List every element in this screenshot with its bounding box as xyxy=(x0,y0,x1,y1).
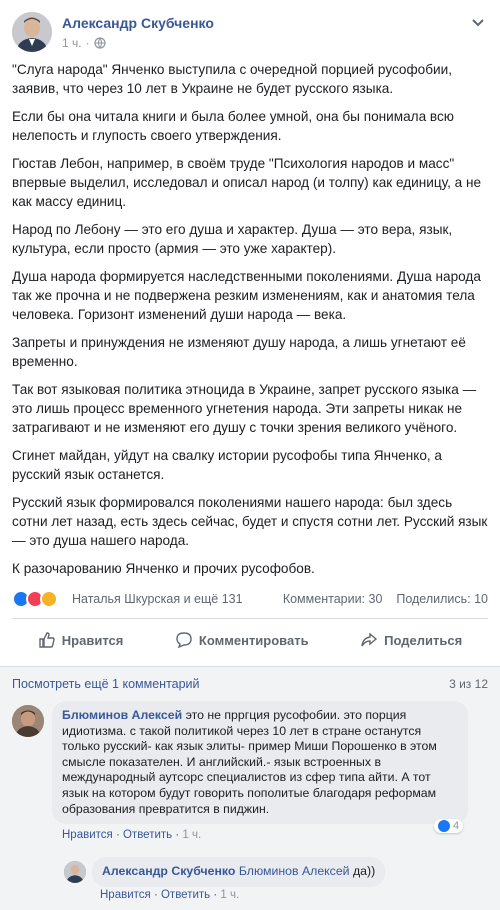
post-stats: Комментарии: 30 Поделились: 10 xyxy=(283,592,488,606)
reply-time[interactable]: 1 ч. xyxy=(220,889,239,901)
like-label: Нравится xyxy=(61,632,124,648)
reaction-names[interactable]: Наталья Шкурская и ещё 131 xyxy=(72,592,243,606)
post-actions: Нравится Комментировать Поделиться xyxy=(12,628,488,652)
commenter-name[interactable]: Блюминов Алексей xyxy=(62,708,182,722)
facebook-post: Александр Скубченко 1 ч. · "Слуга народа… xyxy=(0,0,500,910)
post-meta: 1 ч. · xyxy=(62,36,106,50)
comments-pager: 3 из 12 xyxy=(449,677,488,691)
comment-actions: Нравится · Ответить · 1 ч. xyxy=(62,829,202,841)
commenter-avatar[interactable] xyxy=(12,705,44,737)
reply-reply-link[interactable]: Ответить xyxy=(161,889,210,901)
comment-reply-link[interactable]: Ответить xyxy=(123,829,172,841)
reply-author-name[interactable]: Александр Скубченко xyxy=(102,864,235,878)
post-header: Александр Скубченко 1 ч. · xyxy=(12,12,488,56)
post-paragraph: Народ по Лебону — это его душа и характе… xyxy=(12,222,453,256)
post-paragraph: Душа народа формируется наследственными … xyxy=(12,269,481,322)
author-avatar[interactable] xyxy=(12,12,52,52)
like-button[interactable]: Нравится xyxy=(38,628,124,652)
post-paragraph: "Слуга народа" Янченко выступила с очере… xyxy=(12,62,452,96)
comments-count[interactable]: Комментарии: 30 xyxy=(283,592,383,606)
reply-like-link[interactable]: Нравится xyxy=(100,889,151,901)
post-paragraph: Сгинет майдан, уйдут на свалку истории р… xyxy=(12,448,442,482)
view-more-label[interactable]: Посмотреть ещё 1 комментарий xyxy=(12,677,200,691)
reaction-bar: Наталья Шкурская и ещё 131 Комментарии: … xyxy=(12,590,488,610)
shares-count[interactable]: Поделились: 10 xyxy=(396,592,488,606)
post-paragraph: Русский язык формировался поколениями на… xyxy=(12,495,488,548)
share-label: Поделиться xyxy=(384,632,463,648)
post-paragraph: Гюстав Лебон, например, в своём труде "П… xyxy=(12,156,482,209)
reply-bubble: Александр Скубченко Блюминов Алексей да)… xyxy=(92,857,386,887)
reply-text: да)) xyxy=(352,864,376,878)
post-paragraph: К разочарованию Янченко и прочих русофоб… xyxy=(12,561,315,576)
thumbs-up-icon xyxy=(39,632,55,648)
comment-bubble: Блюминов Алексей это не прргция русофоби… xyxy=(52,701,468,825)
chevron-down-icon[interactable] xyxy=(470,14,486,30)
like-reaction-icon xyxy=(438,820,450,832)
comment-time[interactable]: 1 ч. xyxy=(182,829,201,841)
post-paragraph: Так вот языковая политика этноцида в Укр… xyxy=(12,382,477,435)
reply-actions: Нравится · Ответить · 1 ч. xyxy=(100,889,240,901)
reaction-icons[interactable] xyxy=(12,590,58,608)
comment-reaction-count: 4 xyxy=(453,820,460,832)
share-button[interactable]: Поделиться xyxy=(360,628,462,652)
divider xyxy=(12,618,488,619)
view-more-comments[interactable]: Посмотреть ещё 1 комментарий xyxy=(12,677,200,691)
post-paragraph: Если бы она читала книги и была более ум… xyxy=(12,109,454,143)
post-body: "Слуга народа" Янченко выступила с очере… xyxy=(12,60,488,587)
comment-button[interactable]: Комментировать xyxy=(175,628,309,652)
comment-label: Комментировать xyxy=(198,632,309,648)
author-name[interactable]: Александр Скубченко xyxy=(62,15,214,31)
post-time[interactable]: 1 ч. xyxy=(62,36,82,50)
comment-text: это не прргция русофобии. это порция иди… xyxy=(62,708,437,816)
reply-avatar[interactable] xyxy=(64,861,86,883)
comment-like-link[interactable]: Нравится xyxy=(62,829,113,841)
reply-mention[interactable]: Блюминов Алексей xyxy=(239,864,350,878)
comment-icon xyxy=(176,632,192,649)
sad-reaction-icon xyxy=(40,590,58,608)
post-paragraph: Запреты и принуждения не изменяют душу н… xyxy=(12,335,466,369)
comment-reactions[interactable]: 4 xyxy=(434,819,464,833)
globe-icon xyxy=(93,37,106,49)
share-icon xyxy=(361,632,378,647)
comments-section: Посмотреть ещё 1 комментарий 3 из 12 Блю… xyxy=(0,666,500,910)
